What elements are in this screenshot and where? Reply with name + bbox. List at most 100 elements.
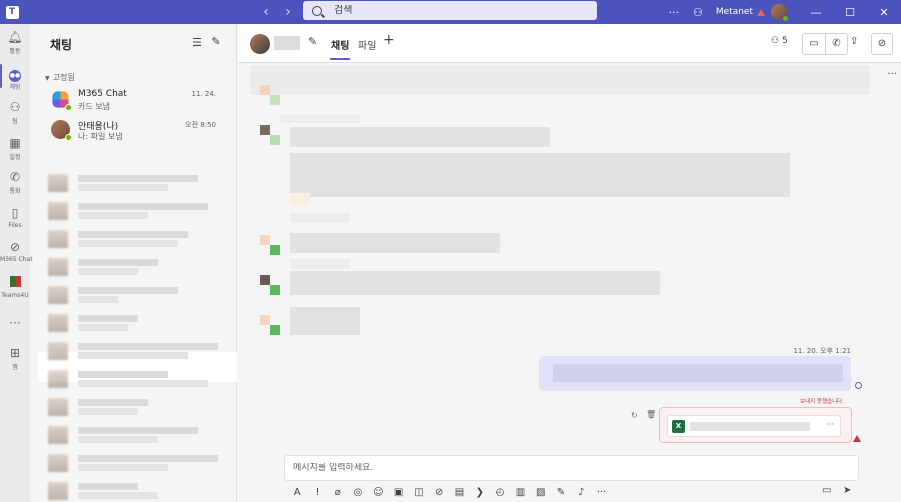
chat-list-panel: 채팅 ☰ ✎ ▼ 고정됨 M365 Chat 카드 보냄 11. 24. 안태용(… bbox=[38, 24, 237, 502]
failed-file-attachment[interactable]: X ··· bbox=[659, 407, 852, 443]
account-switch-icon[interactable]: ⚇ bbox=[686, 6, 710, 19]
org-name[interactable]: Metanet bbox=[716, 7, 753, 17]
pinned-section-header[interactable]: ▼ 고정됨 bbox=[45, 72, 75, 83]
message-redacted bbox=[290, 153, 790, 197]
rail-item-calls[interactable]: ✆ 통화 bbox=[0, 170, 30, 195]
presence-icon bbox=[65, 104, 72, 111]
search-box[interactable] bbox=[303, 1, 597, 20]
forms-icon[interactable]: ▥ bbox=[510, 487, 530, 498]
forward-arrow-icon[interactable]: › bbox=[280, 4, 296, 20]
new-chat-icon[interactable]: ✎ bbox=[209, 35, 223, 48]
compose-toolbar: A ! ⌀ ◎ ☺ ▣ ◫ ⊘ ▤ ❯ ◴ ▥ ▧ ✎ ♪ ··· bbox=[287, 484, 612, 500]
send-icon[interactable]: ➤ bbox=[843, 485, 851, 496]
warning-icon bbox=[757, 8, 765, 16]
blurred-chat-list bbox=[48, 172, 228, 502]
copilot-icon[interactable]: ⊘ bbox=[429, 487, 449, 498]
sent-message-bubble[interactable] bbox=[539, 356, 851, 391]
message-redacted bbox=[280, 115, 360, 123]
rail-label: M365 Chat bbox=[0, 256, 33, 263]
avatar bbox=[260, 315, 280, 335]
loop-icon[interactable]: ◎ bbox=[348, 487, 368, 498]
schedule-meeting-icon[interactable]: ▤ bbox=[449, 487, 469, 498]
add-tab-icon[interactable]: + bbox=[383, 32, 395, 48]
format-icon[interactable]: A bbox=[287, 487, 307, 498]
conversation-pane: ··· 11. 20. 오후 1:21 보내지 못했습니다. ↻ 🗑︎ X ··… bbox=[238, 63, 901, 502]
minimize-button[interactable]: — bbox=[799, 6, 833, 19]
rail-item-apps[interactable]: ⊞ 앱 bbox=[0, 346, 30, 371]
people-icon: ⚇ bbox=[771, 36, 780, 46]
chat-name: M365 Chat bbox=[78, 89, 127, 99]
rail-item-m365-chat[interactable]: ⊘ M365 Chat bbox=[0, 240, 33, 263]
notes-icon[interactable]: ✎ bbox=[551, 487, 571, 498]
chat-item-m365[interactable]: M365 Chat 카드 보냄 11. 24. bbox=[38, 86, 236, 115]
presence-icon bbox=[65, 134, 72, 141]
file-more-icon[interactable]: ··· bbox=[826, 420, 834, 429]
chat-time: 오전 8:50 bbox=[185, 121, 216, 129]
calendar-icon: ▦ bbox=[9, 136, 21, 150]
chat-title-redacted[interactable] bbox=[274, 36, 300, 50]
edit-name-icon[interactable]: ✎ bbox=[308, 35, 317, 48]
close-button[interactable]: ✕ bbox=[867, 6, 901, 19]
chat-preview: 나: 파일 보냄 bbox=[78, 132, 123, 141]
attach-icon[interactable]: ⌀ bbox=[328, 487, 348, 498]
approvals-icon[interactable]: ◴ bbox=[490, 487, 510, 498]
sticker-icon[interactable]: ◫ bbox=[409, 487, 429, 498]
rail-label: 앱 bbox=[12, 364, 18, 371]
participants-button[interactable]: ⚇ 5 bbox=[771, 36, 788, 46]
file-card[interactable]: X ··· bbox=[667, 415, 841, 437]
rail-item-teams4u[interactable]: Teams4U bbox=[0, 276, 30, 299]
phone-icon: ✆ bbox=[9, 170, 21, 184]
rail-item-activity[interactable]: 🔔︎ 활동 bbox=[0, 30, 30, 55]
more-options-button[interactable]: ··· bbox=[662, 6, 686, 19]
praise-icon[interactable]: ❯ bbox=[470, 487, 490, 498]
message-input[interactable] bbox=[293, 463, 833, 473]
rail-item-files[interactable]: ▯ Files bbox=[0, 206, 30, 229]
message-compose-box[interactable] bbox=[284, 455, 859, 481]
bell-icon: 🔔︎ bbox=[7, 30, 23, 44]
rail-item-chat[interactable]: ●● 채팅 bbox=[0, 66, 30, 91]
tab-files[interactable]: 파일 bbox=[358, 37, 376, 52]
avatar bbox=[260, 85, 280, 105]
updates-icon[interactable]: ▧ bbox=[531, 487, 551, 498]
emoji-icon[interactable]: ☺ bbox=[368, 487, 388, 498]
tab-chat[interactable]: 채팅 bbox=[331, 37, 349, 52]
message-redacted bbox=[290, 233, 500, 253]
maximize-button[interactable]: ☐ bbox=[833, 6, 867, 19]
app-rail: 🔔︎ 활동 ●● 채팅 ⚇ 팀 ▦ 일정 ✆ 통화 ▯ Files ⊘ M365… bbox=[0, 24, 33, 502]
gif-icon[interactable]: ▣ bbox=[388, 487, 408, 498]
chat-list-title: 채팅 bbox=[50, 38, 73, 52]
record-video-icon[interactable]: ▭ bbox=[822, 485, 831, 496]
rail-item-teams[interactable]: ⚇ 팀 bbox=[0, 100, 30, 125]
copilot-icon[interactable]: ⊘ bbox=[871, 33, 893, 55]
message-redacted bbox=[290, 193, 310, 205]
chat-item-self[interactable]: 안태용(나) 나: 파일 보냄 오전 8:50 bbox=[38, 116, 236, 145]
important-icon[interactable]: ! bbox=[307, 487, 327, 498]
rail-more-apps[interactable]: ··· bbox=[0, 316, 30, 330]
retry-icon[interactable]: ↻ bbox=[631, 411, 638, 420]
delete-icon[interactable]: 🗑︎ bbox=[646, 410, 656, 419]
caret-down-icon: ▼ bbox=[45, 75, 50, 82]
filter-icon[interactable]: ☰ bbox=[190, 36, 204, 49]
chat-header: ✎ 채팅 파일 + ⚇ 5 ▭ ✆ ⇪ ⊘ bbox=[238, 24, 901, 63]
read-receipt-icon bbox=[855, 382, 862, 389]
group-avatar[interactable] bbox=[250, 34, 270, 54]
message-redacted bbox=[290, 127, 550, 147]
share-screen-icon[interactable]: ⇪ bbox=[850, 36, 858, 47]
search-icon bbox=[312, 5, 322, 16]
audio-call-icon[interactable]: ✆ bbox=[825, 34, 847, 54]
extension-icon[interactable]: ♪ bbox=[571, 487, 591, 498]
participant-count: 5 bbox=[781, 36, 788, 46]
more-apps-icon[interactable]: ··· bbox=[591, 487, 611, 498]
more-options-icon[interactable]: ··· bbox=[887, 69, 897, 80]
active-tab-indicator bbox=[330, 58, 350, 60]
profile-avatar[interactable] bbox=[771, 4, 789, 22]
teams4u-icon bbox=[0, 276, 30, 290]
chat-preview: 카드 보냄 bbox=[78, 102, 110, 111]
chat-icon: ●● bbox=[0, 66, 30, 82]
presence-available-icon bbox=[782, 15, 789, 22]
search-input[interactable] bbox=[334, 5, 574, 16]
rail-item-calendar[interactable]: ▦ 일정 bbox=[0, 136, 30, 161]
video-call-icon[interactable]: ▭ bbox=[803, 34, 825, 54]
pinned-label: 고정됨 bbox=[52, 73, 75, 82]
back-arrow-icon[interactable]: ‹ bbox=[258, 4, 274, 20]
